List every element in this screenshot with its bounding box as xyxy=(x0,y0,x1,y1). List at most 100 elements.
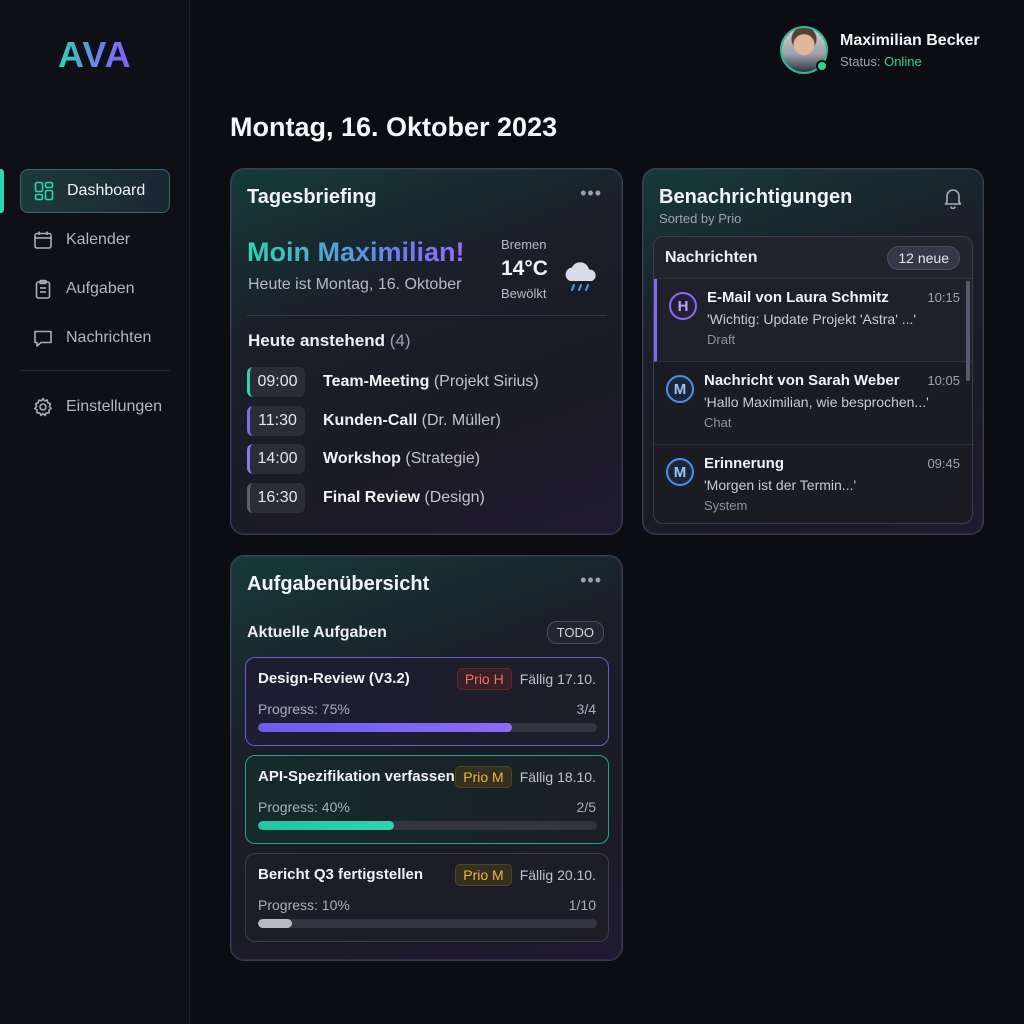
calendar-icon xyxy=(32,229,54,251)
event-text: Kunden-Call (Dr. Müller) xyxy=(323,412,501,430)
event-item[interactable]: 11:30 Kunden-Call (Dr. Müller) xyxy=(247,405,539,436)
message-avatar: M xyxy=(666,458,694,486)
upcoming-heading: Heute anstehend (4) xyxy=(248,331,411,351)
message-item[interactable]: H E-Mail von Laura Schmitz 10:15 'Wichti… xyxy=(654,279,972,362)
due-date: Fällig 18.10. xyxy=(519,769,596,785)
upcoming-count: (4) xyxy=(389,331,411,350)
tasks-title: Aufgabenübersicht xyxy=(247,573,430,595)
active-indicator xyxy=(0,169,4,213)
progress-fill xyxy=(258,919,292,928)
sidebar-item-label: Nachrichten xyxy=(66,329,152,346)
sidebar-item-label: Aufgaben xyxy=(66,280,135,297)
task-title: Bericht Q3 fertigstellen xyxy=(258,866,424,883)
event-list: 09:00 Team-Meeting (Projekt Sirius) 11:3… xyxy=(247,367,539,521)
message-category: Draft xyxy=(707,332,736,347)
event-title: Team-Meeting xyxy=(323,373,430,390)
message-item[interactable]: M Nachricht von Sarah Weber 10:05 'Hallo… xyxy=(654,362,972,445)
sidebar-item-kalender[interactable]: Kalender xyxy=(20,218,170,262)
new-count-badge[interactable]: 12 neue xyxy=(887,245,960,270)
message-avatar: H xyxy=(669,292,697,320)
progress-track xyxy=(258,919,597,928)
message-title: Erinnerung xyxy=(704,455,785,472)
message-time: 09:45 xyxy=(927,456,960,471)
inbox-title: Nachrichten xyxy=(665,248,758,266)
message-category: System xyxy=(704,498,748,513)
sidebar-item-aufgaben[interactable]: Aufgaben xyxy=(20,267,170,311)
progress-label: Progress: 40% xyxy=(258,799,350,815)
due-date: Fällig 20.10. xyxy=(519,867,596,883)
event-time: 09:00 xyxy=(247,367,305,397)
event-detail: (Dr. Müller) xyxy=(421,411,501,429)
event-item[interactable]: 16:30 Final Review (Design) xyxy=(247,482,539,513)
message-title: Nachricht von Sarah Weber xyxy=(704,372,900,389)
sidebar-item-nachrichten[interactable]: Nachrichten xyxy=(20,316,170,360)
event-detail: (Design) xyxy=(424,488,485,506)
task-item[interactable]: Design-Review (V3.2) Prio H Fällig 17.10… xyxy=(245,657,609,746)
upcoming-label: Heute anstehend xyxy=(248,331,385,350)
event-detail: (Strategie) xyxy=(405,450,481,468)
progress-label: Progress: 10% xyxy=(258,897,350,913)
priority-badge: Prio M xyxy=(455,864,512,886)
sidebar-item-label: Kalender xyxy=(66,231,131,248)
priority-badge: Prio M xyxy=(455,766,512,788)
event-title: Workshop xyxy=(323,450,401,468)
event-title: Final Review xyxy=(323,488,420,506)
event-time: 14:00 xyxy=(247,444,305,475)
user-status: Status: Online xyxy=(840,54,980,69)
nav-divider xyxy=(20,370,170,371)
online-status-dot xyxy=(816,60,828,72)
greeting: Moin Maximilian! xyxy=(247,237,465,267)
message-preview: 'Wichtig: Update Projekt 'Astra' ...' xyxy=(707,311,917,327)
user-name: Maximilian Becker xyxy=(840,31,980,49)
more-options-icon[interactable]: ••• xyxy=(580,183,602,204)
event-item[interactable]: 14:00 Workshop (Strategie) xyxy=(247,444,539,475)
progress-fill xyxy=(258,723,513,732)
progress-track xyxy=(258,723,597,732)
tasks-card: Aufgabenübersicht ••• Aktuelle Aufgaben … xyxy=(230,555,623,961)
chat-icon xyxy=(32,327,54,349)
priority-badge: Prio H xyxy=(456,668,512,690)
weather-desc: Bewölkt xyxy=(501,286,547,301)
progress-count: 3/4 xyxy=(576,701,596,717)
task-item[interactable]: Bericht Q3 fertigstellen Prio M Fällig 2… xyxy=(245,853,609,942)
sidebar-item-label: Einstellungen xyxy=(66,398,163,415)
user-profile[interactable]: Maximilian Becker Status: Online xyxy=(780,26,980,74)
inbox-scrollbar[interactable] xyxy=(966,281,970,381)
progress-fill xyxy=(258,821,394,830)
message-preview: 'Morgen ist der Termin...' xyxy=(704,477,857,493)
due-date: Fällig 17.10. xyxy=(519,671,596,687)
page-title: Montag, 16. Oktober 2023 xyxy=(230,112,558,142)
more-options-icon[interactable]: ••• xyxy=(580,570,602,591)
todo-badge[interactable]: TODO xyxy=(546,621,604,644)
sidebar: AVA xyxy=(0,0,190,1024)
dashboard-icon xyxy=(33,180,55,202)
message-item[interactable]: M Erinnerung 09:45 'Morgen ist der Termi… xyxy=(654,445,972,523)
progress-track xyxy=(258,821,597,830)
divider xyxy=(247,315,607,316)
bell-icon[interactable] xyxy=(943,187,963,214)
message-avatar: M xyxy=(666,375,694,403)
event-text: Final Review (Design) xyxy=(323,489,485,507)
avatar[interactable] xyxy=(780,26,828,74)
task-item[interactable]: API-Spezifikation verfassen Prio M Fälli… xyxy=(245,755,609,844)
sidebar-item-dashboard[interactable]: Dashboard xyxy=(20,169,170,213)
event-time: 16:30 xyxy=(247,482,305,513)
event-item[interactable]: 09:00 Team-Meeting (Projekt Sirius) xyxy=(247,367,539,397)
clipboard-icon xyxy=(32,278,54,300)
status-value: Online xyxy=(884,53,922,69)
message-preview: 'Hallo Maximilian, wie besprochen...' xyxy=(704,394,929,410)
status-prefix: Status: xyxy=(840,53,881,69)
event-text: Workshop (Strategie) xyxy=(323,450,480,468)
progress-count: 1/10 xyxy=(568,897,596,913)
inbox-header: Nachrichten 12 neue xyxy=(654,237,972,279)
app-logo[interactable]: AVA xyxy=(58,34,132,76)
event-time: 11:30 xyxy=(247,405,305,436)
sidebar-item-einstellungen[interactable]: Einstellungen xyxy=(20,385,170,429)
briefing-card: Tagesbriefing ••• Moin Maximilian! Heute… xyxy=(230,168,623,535)
message-time: 10:15 xyxy=(927,290,960,305)
task-title: API-Spezifikation verfassen xyxy=(258,768,455,785)
briefing-title: Tagesbriefing xyxy=(247,186,377,208)
weather-city: Bremen xyxy=(501,237,547,252)
task-title: Design-Review (V3.2) xyxy=(258,670,410,687)
tasks-subtitle: Aktuelle Aufgaben xyxy=(247,624,387,641)
